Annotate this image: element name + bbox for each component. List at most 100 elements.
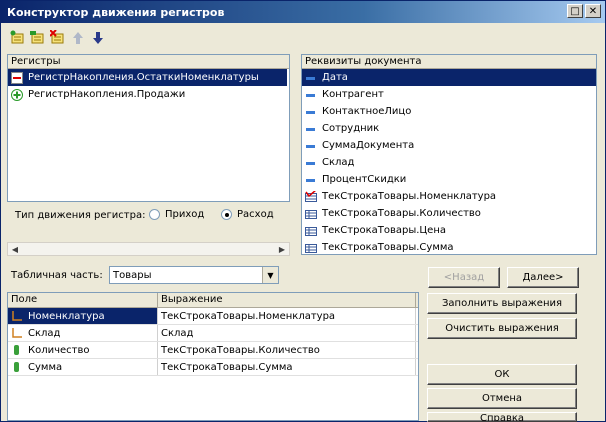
- column-field-header[interactable]: Поле: [8, 293, 158, 307]
- cancel-button[interactable]: Отмена: [427, 388, 577, 409]
- requisite-item[interactable]: Склад: [302, 154, 596, 171]
- requisite-item[interactable]: Дата: [302, 69, 596, 86]
- requisite-item[interactable]: ТекСтрокаТовары.Номенклатура: [302, 188, 596, 205]
- field-label: Склад: [28, 327, 61, 339]
- field-label: Номенклатура: [28, 310, 105, 322]
- attribute-icon: [305, 89, 317, 101]
- expression-cell[interactable]: ТекСтрокаТовары.Количество: [158, 342, 416, 358]
- requisites-header: Реквизиты документа: [302, 55, 596, 69]
- requisite-label: Склад: [322, 157, 355, 168]
- resource-icon: [11, 344, 23, 356]
- registers-hscroll[interactable]: ◀ ▶: [7, 242, 290, 256]
- add-all-icon[interactable]: [29, 29, 47, 47]
- register-label: РегистрНакопления.ОстаткиНоменклатуры: [28, 72, 259, 83]
- help-button[interactable]: Справка: [427, 412, 577, 422]
- table-row[interactable]: Склад Склад: [8, 325, 418, 342]
- field-label: Сумма: [28, 361, 63, 373]
- table-icon: [305, 225, 317, 237]
- move-up-icon[interactable]: [69, 29, 87, 47]
- add-register-icon[interactable]: [9, 29, 27, 47]
- movement-type-label: Тип движения регистра:: [15, 210, 146, 221]
- move-down-icon[interactable]: [89, 29, 107, 47]
- requisite-item[interactable]: ТекСтрокаТовары.Количество: [302, 205, 596, 222]
- field-cell[interactable]: Сумма: [8, 359, 158, 375]
- resource-icon: [11, 361, 23, 373]
- requisite-item[interactable]: Контрагент: [302, 86, 596, 103]
- attribute-icon: [305, 140, 317, 152]
- requisite-item[interactable]: КонтактноеЛицо: [302, 103, 596, 120]
- radio-expense-button[interactable]: [221, 209, 232, 220]
- fill-expressions-button[interactable]: Заполнить выражения: [427, 293, 577, 314]
- expression-cell[interactable]: ТекСтрокаТовары.Номенклатура: [158, 308, 416, 324]
- field-cell[interactable]: Номенклатура: [8, 308, 158, 324]
- radio-expense-label: Расход: [237, 209, 274, 220]
- requisite-label: Контрагент: [322, 89, 384, 100]
- minus-icon: [11, 71, 23, 84]
- column-expression-header[interactable]: Выражение: [158, 293, 416, 307]
- requisite-label: ТекСтрокаТовары.Номенклатура: [322, 191, 497, 202]
- requisite-item[interactable]: СуммаДокумента: [302, 137, 596, 154]
- table-row[interactable]: Сумма ТекСтрокаТовары.Сумма: [8, 359, 418, 376]
- radio-income-label: Приход: [165, 209, 205, 220]
- field-cell[interactable]: Количество: [8, 342, 158, 358]
- requisite-label: КонтактноеЛицо: [322, 106, 412, 117]
- register-item[interactable]: РегистрНакопления.ОстаткиНоменклатуры: [8, 69, 287, 86]
- field-label: Количество: [28, 344, 90, 356]
- plus-icon: [11, 88, 23, 101]
- requisite-label: ПроцентСкидки: [322, 174, 407, 185]
- designer-window: Конструктор движения регистров □ ✕ Регис…: [0, 0, 606, 422]
- toolbar: [9, 29, 107, 49]
- tabular-part-select[interactable]: Товары ▼: [109, 266, 279, 284]
- tabular-part-label: Табличная часть:: [11, 270, 103, 281]
- requisite-label: Дата: [322, 72, 348, 83]
- scroll-left-icon[interactable]: ◀: [8, 243, 22, 255]
- table-icon: [305, 242, 317, 254]
- fields-grid[interactable]: Поле Выражение Номенклатура ТекСтрокаТов…: [7, 292, 419, 421]
- close-icon[interactable]: ✕: [585, 4, 601, 18]
- attribute-icon: [305, 106, 317, 118]
- requisite-item[interactable]: ТекСтрокаТовары.Цена: [302, 222, 596, 239]
- clear-expressions-button[interactable]: Очистить выражения: [427, 318, 577, 339]
- dimension-icon: [11, 310, 23, 322]
- table-icon: [305, 208, 317, 220]
- requisite-label: ТекСтрокаТовары.Количество: [322, 208, 481, 219]
- chevron-down-icon[interactable]: ▼: [262, 267, 278, 283]
- requisite-label: СуммаДокумента: [322, 140, 415, 151]
- grid-header: Поле Выражение: [8, 293, 418, 308]
- attribute-icon: [305, 174, 317, 186]
- maximize-icon[interactable]: □: [567, 4, 583, 18]
- title-bar: Конструктор движения регистров □ ✕: [1, 1, 605, 23]
- requisite-label: Сотрудник: [322, 123, 380, 134]
- radio-income[interactable]: Приход: [149, 209, 204, 220]
- requisite-label: ТекСтрокаТовары.Сумма: [322, 242, 454, 253]
- expression-cell[interactable]: ТекСтрокаТовары.Сумма: [158, 359, 416, 375]
- register-label: РегистрНакопления.Продажи: [28, 89, 186, 100]
- radio-expense[interactable]: Расход: [221, 209, 274, 220]
- registers-list[interactable]: Регистры РегистрНакопления.ОстаткиНоменк…: [7, 54, 290, 202]
- scroll-right-icon[interactable]: ▶: [275, 243, 289, 255]
- requisite-item[interactable]: ПроцентСкидки: [302, 171, 596, 188]
- requisites-list[interactable]: Реквизиты документа Дата Контрагент Конт…: [301, 54, 597, 255]
- next-button[interactable]: Далее>: [507, 267, 579, 288]
- back-button[interactable]: <Назад: [428, 267, 500, 288]
- table-checked-icon: [305, 190, 317, 203]
- requisite-label: ТекСтрокаТовары.Цена: [322, 225, 446, 236]
- ok-button[interactable]: ОК: [427, 364, 577, 385]
- table-row[interactable]: Количество ТекСтрокаТовары.Количество: [8, 342, 418, 359]
- table-row[interactable]: Номенклатура ТекСтрокаТовары.Номенклатур…: [8, 308, 418, 325]
- dimension-icon: [11, 327, 23, 339]
- register-item[interactable]: РегистрНакопления.Продажи: [8, 86, 289, 103]
- delete-register-icon[interactable]: [49, 29, 67, 47]
- requisite-item[interactable]: ТекСтрокаТовары.Сумма: [302, 239, 596, 254]
- radio-income-button[interactable]: [149, 209, 160, 220]
- registers-header: Регистры: [8, 55, 289, 69]
- requisite-item[interactable]: Сотрудник: [302, 120, 596, 137]
- tabular-part-value: Товары: [113, 269, 152, 281]
- field-cell[interactable]: Склад: [8, 325, 158, 341]
- attribute-icon: [305, 72, 317, 84]
- attribute-icon: [305, 123, 317, 135]
- help-button-label: Справка: [479, 413, 525, 422]
- window-title: Конструктор движения регистров: [7, 5, 225, 19]
- attribute-icon: [305, 157, 317, 169]
- expression-cell[interactable]: Склад: [158, 325, 416, 341]
